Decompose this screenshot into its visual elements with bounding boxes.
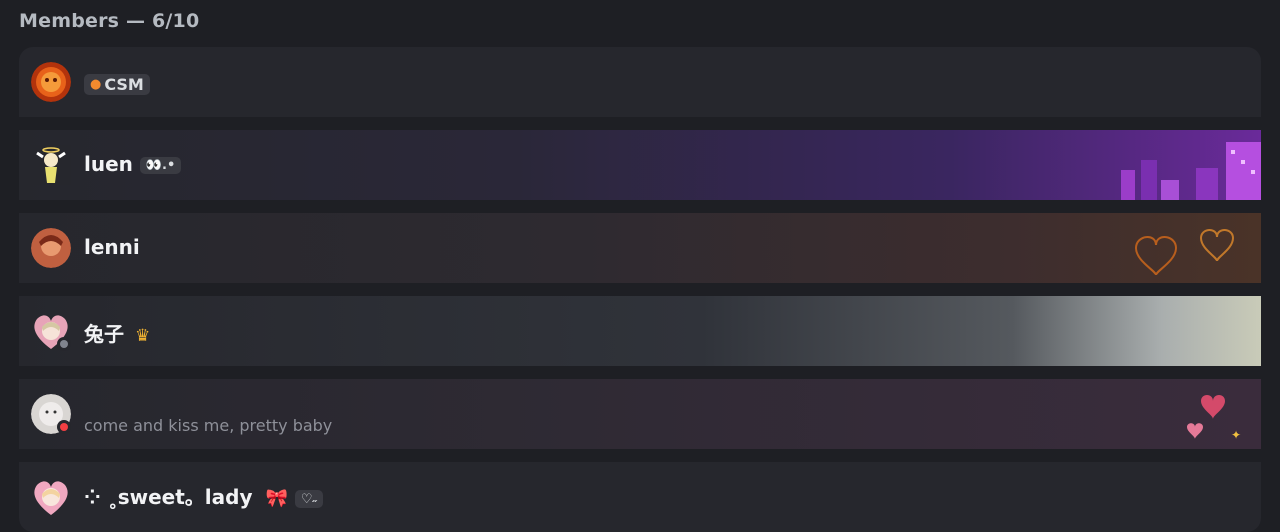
member-row[interactable]: lenni: [19, 213, 1261, 283]
avatar[interactable]: [31, 477, 71, 517]
server-tag[interactable]: ● CSM: [84, 74, 150, 95]
member-row[interactable]: 兔子 ♛: [19, 296, 1261, 366]
crown-icon: ♛: [134, 325, 151, 346]
server-tag[interactable]: ♡˶: [294, 489, 323, 508]
member-name: lenni: [84, 235, 140, 259]
member-name: ● CSM: [84, 71, 150, 95]
custom-status: come and kiss me, pretty baby: [84, 416, 333, 435]
hearts-banner-decoration: ✦: [1187, 395, 1241, 442]
hearts-banner-decoration: [1134, 229, 1235, 276]
members-header: Members — 6/10: [19, 10, 200, 32]
member-row[interactable]: luen 👀.•: [19, 130, 1261, 200]
status-indicator: [57, 420, 71, 434]
status-indicator: [57, 337, 71, 351]
member-name: 兔子 ♛: [84, 322, 151, 346]
avatar[interactable]: [31, 145, 71, 185]
skull-icon: ●: [90, 77, 102, 92]
avatar[interactable]: [31, 228, 71, 268]
avatar[interactable]: [31, 62, 71, 102]
member-row[interactable]: ⁘ ˳sweet。lady 🎀 ♡˶: [19, 462, 1261, 532]
member-name: ⁘ ˳sweet。lady 🎀 ♡˶: [84, 481, 323, 510]
member-row[interactable]: ✦ come and kiss me, pretty baby: [19, 379, 1261, 449]
svg-text:✦: ✦: [1231, 428, 1241, 442]
city-banner-decoration: [1121, 142, 1261, 200]
bow-emoji: 🎀: [265, 488, 288, 509]
member-row[interactable]: ● CSM: [19, 47, 1261, 117]
server-tag[interactable]: 👀.•: [139, 157, 182, 174]
member-name: luen 👀.•: [84, 152, 182, 176]
